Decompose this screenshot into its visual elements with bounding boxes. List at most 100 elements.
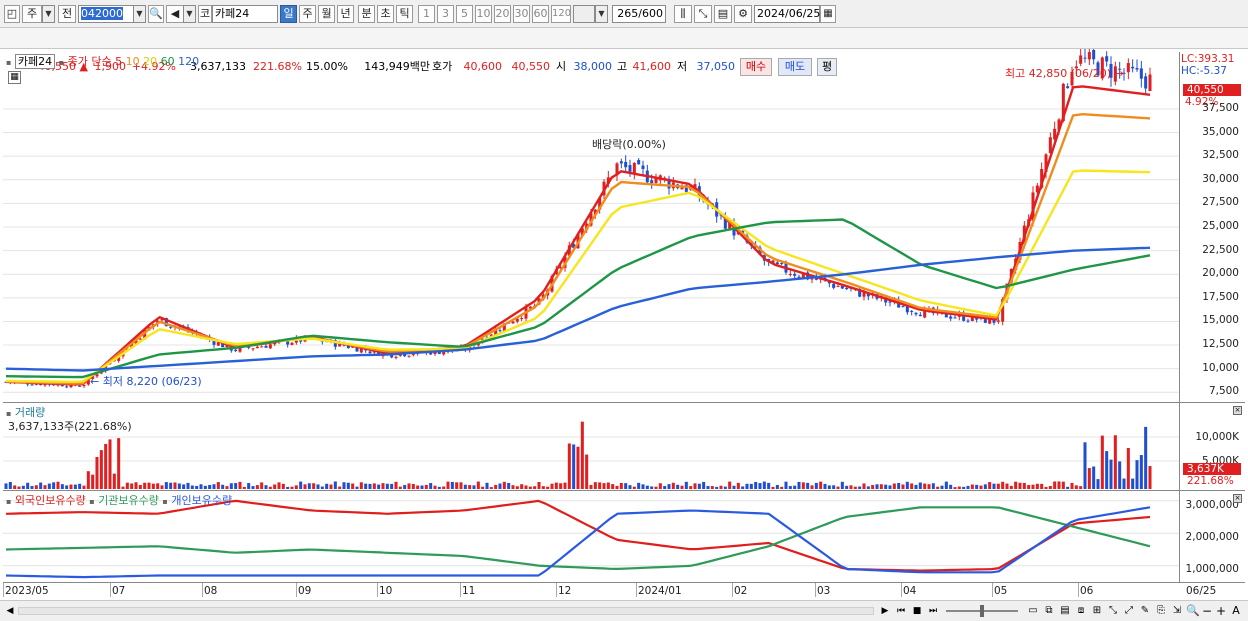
volume-bar (736, 482, 740, 489)
speaker-icon[interactable]: ◀ (166, 5, 184, 23)
scroll-right-icon[interactable]: ▶ (878, 604, 892, 618)
data-count-input[interactable]: 265/600 (612, 5, 666, 23)
candle-type-icon[interactable]: ⫼ (674, 5, 692, 23)
volume-bar (208, 484, 212, 489)
volume-bar (182, 484, 186, 489)
interval-5-button[interactable]: 5 (456, 5, 473, 23)
code-dropdown-icon[interactable]: ▼ (133, 5, 146, 23)
ma120-legend[interactable]: 120 (178, 55, 199, 68)
zoom-out-icon[interactable]: − (1200, 604, 1214, 618)
interval-3-button[interactable]: 3 (437, 5, 454, 23)
zoom-in-icon[interactable]: + (1214, 604, 1228, 618)
layout-5-icon[interactable]: ⊞ (1090, 604, 1104, 618)
prev-button[interactable]: 전 (58, 5, 76, 23)
ma5-legend[interactable]: 5 (115, 55, 122, 68)
search-icon[interactable]: 🔍 (148, 5, 164, 23)
stock-chart[interactable] (0, 49, 1248, 600)
panel-divider-holding[interactable] (3, 490, 1245, 491)
quote-bar: 40,550 ▲ 1,900 +4.92% 3,637,133 221.68% … (0, 28, 1248, 76)
interval-10-button[interactable]: 10 (475, 5, 492, 23)
price-tick-label: 7,500 (1208, 385, 1239, 398)
layout-1-icon[interactable]: ▭ (1026, 604, 1040, 618)
individual-holding-legend[interactable]: 개인보유수량 (171, 494, 232, 507)
x-axis-tick (296, 583, 297, 597)
interval-1-button[interactable]: 1 (418, 5, 435, 23)
candle-body (234, 349, 238, 351)
stop-icon[interactable]: ■ (910, 604, 924, 618)
x-axis-tick (636, 583, 637, 597)
settings-gear-icon[interactable]: ⚙ (734, 5, 752, 23)
volume-bar (65, 485, 69, 489)
trend-tool-icon[interactable]: ⤢ (1122, 604, 1136, 618)
zoom-search-icon[interactable]: 🔍 (1186, 604, 1200, 618)
layout-3-icon[interactable]: ▤ (1058, 604, 1072, 618)
holding-panel-close-icon[interactable]: × (1233, 494, 1242, 503)
volume-bar (21, 485, 25, 489)
foreign-holding-legend[interactable]: 외국인보유수량 (15, 494, 86, 507)
volume-bar (130, 483, 134, 489)
volume-bar (1014, 481, 1018, 489)
text-tool-icon[interactable]: ✎ (1138, 604, 1152, 618)
zoom-slider-handle[interactable] (980, 605, 984, 617)
interval-20-button[interactable]: 20 (494, 5, 511, 23)
volume-bar (69, 484, 73, 489)
panel-bullet-icon: ▪ (6, 497, 12, 506)
export-icon[interactable]: ⇲ (1170, 604, 1184, 618)
interval-dropdown-icon[interactable]: ▼ (595, 5, 608, 23)
ma10-legend[interactable]: 10 (126, 55, 140, 68)
period-second-button[interactable]: 초 (377, 5, 394, 23)
volume-bar (732, 485, 736, 489)
rewind-icon[interactable]: ⏮ (894, 604, 908, 618)
period-tick-button[interactable]: 틱 (396, 5, 413, 23)
period-week-button[interactable]: 주 (299, 5, 316, 23)
font-size-icon[interactable]: A (1229, 604, 1243, 618)
stock-code-input[interactable]: 042000 (78, 5, 134, 23)
save-icon[interactable]: ▤ (714, 5, 732, 23)
interval-30-button[interactable]: 30 (513, 5, 530, 23)
scroll-track[interactable] (18, 607, 874, 615)
period-day-button[interactable]: 일 (280, 5, 297, 23)
volume-bar (117, 438, 121, 489)
market-dropdown-icon[interactable]: ▼ (42, 5, 55, 23)
speaker-dropdown-icon[interactable]: ▼ (183, 5, 196, 23)
volume-bar (619, 482, 623, 489)
period-year-button[interactable]: 년 (337, 5, 354, 23)
stock-name-label[interactable]: 카페24 (14, 54, 56, 69)
layout-4-icon[interactable]: ⧈ (1074, 604, 1088, 618)
volume-bar (866, 486, 870, 489)
volume-bar (394, 481, 398, 489)
copy-icon[interactable]: ⎘ (1154, 604, 1168, 618)
volume-bar (836, 486, 840, 489)
ma20-legend[interactable]: 20 (143, 55, 157, 68)
date-input[interactable]: 2024/06/25 (754, 5, 820, 23)
volume-bar (745, 483, 749, 489)
volume-bar (1018, 482, 1022, 489)
grid-toggle-icon[interactable]: ▦ (8, 71, 21, 84)
volume-bar (615, 485, 619, 489)
market-select[interactable]: 주 (22, 5, 42, 23)
stock-code-value: 042000 (81, 7, 123, 20)
interval-60-button[interactable]: 60 (532, 5, 549, 23)
fast-forward-icon[interactable]: ⏭ (926, 604, 940, 618)
volume-bar (537, 481, 541, 489)
candle-body (788, 274, 792, 276)
scroll-left-icon[interactable]: ◀ (3, 604, 17, 618)
volume-bar (143, 482, 147, 489)
ma60-legend[interactable]: 60 (161, 55, 175, 68)
ma-legend-title[interactable]: 종가 단순 (68, 55, 112, 68)
institution-holding-legend[interactable]: 기관보유수량 (98, 494, 159, 507)
crosshair-icon[interactable]: ⤡ (1106, 604, 1120, 618)
volume-panel-close-icon[interactable]: × (1233, 406, 1242, 415)
layout-2-icon[interactable]: ⧉ (1042, 604, 1056, 618)
volume-bar (186, 482, 190, 489)
stock-name-input[interactable]: 카페24 (212, 5, 278, 23)
interval-120-button[interactable]: 120 (551, 5, 571, 23)
panel-divider-volume[interactable] (3, 402, 1245, 403)
interval-input[interactable] (573, 5, 595, 23)
candle-body (845, 287, 849, 290)
period-month-button[interactable]: 월 (318, 5, 335, 23)
calendar-icon[interactable]: ▦ (820, 5, 836, 23)
window-menu-icon[interactable]: ◰ (4, 5, 20, 23)
drawing-tool-icon[interactable]: ⤡ (694, 5, 712, 23)
period-minute-button[interactable]: 분 (358, 5, 375, 23)
